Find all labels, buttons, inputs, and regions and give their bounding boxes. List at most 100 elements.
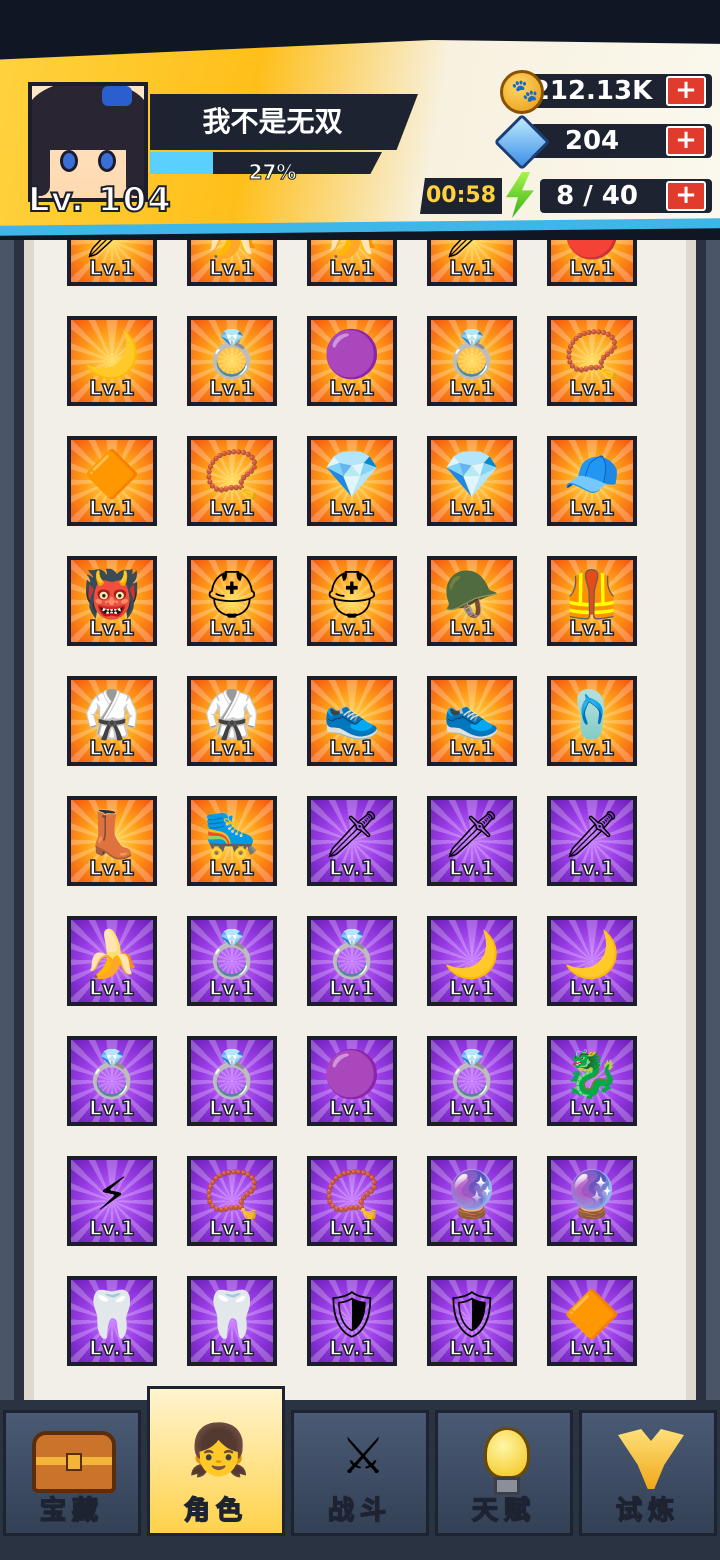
equipment-item[interactable]: 🔶 Lv.1 [547,1276,637,1366]
equipment-item[interactable]: ⛑ Lv.1 [187,556,277,646]
crescent-ring-icon: 🌙 [443,927,501,981]
equipment-item[interactable]: 💍 Lv.1 [187,1036,277,1126]
equipment-item[interactable]: 🔮 Lv.1 [427,1156,517,1246]
item-level: Lv.1 [88,975,135,1001]
equipment-item[interactable]: 🌙 Lv.1 [547,916,637,1006]
crescent-ring-icon: 🌙 [563,927,621,981]
equipment-item[interactable]: 💍 Lv.1 [187,316,277,406]
item-level: Lv.1 [88,615,135,641]
tactical-helmet-icon: ⛑ [202,567,262,621]
equipment-item[interactable]: 🌙 Lv.1 [67,316,157,406]
equipment-item[interactable]: 🍌Lv.1 [67,916,157,1006]
purple-ring-icon: 🟣 [323,327,381,381]
item-level: Lv.1 [568,855,615,881]
item-level: Lv.1 [568,975,615,1001]
equipment-item[interactable]: 👹 Lv.1 [67,556,157,646]
equipment-item[interactable]: 🐉 Lv.1 [547,1036,637,1126]
roller-skate-icon: 🛼 [203,807,261,861]
item-level: Lv.1 [328,855,375,881]
item-level: Lv.1 [88,855,135,881]
purple-orb-pendant-icon: 🔮 [443,1167,501,1221]
gold-ring-icon: 💍 [203,1047,261,1101]
equipment-item[interactable]: 💍 Lv.1 [307,916,397,1006]
equipment-item[interactable]: 🧢 Lv.1 [547,436,637,526]
crystal-pendant-icon: 💎 [323,447,381,501]
equipment-item[interactable]: 👢 Lv.1 [67,796,157,886]
item-level: Lv.1 [88,495,135,521]
nav-tab-trial[interactable]: 试炼 [579,1410,717,1536]
equipment-item[interactable]: 🗡Lv.1 [547,796,637,886]
equipment-item[interactable]: 🦷 Lv.1 [67,1276,157,1366]
equipment-item[interactable]: 💎 Lv.1 [307,436,397,526]
equipment-item[interactable]: ⚡ Lv.1 [67,1156,157,1246]
equipment-item[interactable]: 🛡 Lv.1 [307,1276,397,1366]
karate-gi-icon: 🥋 [203,687,261,741]
item-level: Lv.1 [448,735,495,761]
equipment-item[interactable]: 💍 Lv.1 [427,316,517,406]
item-level: Lv.1 [568,735,615,761]
equipment-item[interactable]: 🦷 Lv.1 [187,1276,277,1366]
blue-blade-icon: 🗡 [562,807,622,861]
item-level: Lv.1 [448,1335,495,1361]
equipment-item[interactable]: 💎 Lv.1 [427,436,517,526]
energy-value: 8 / 40 [556,181,638,211]
gems-counter: 204 + [493,113,712,171]
tactical-helmet-icon: ⛑ [322,567,382,621]
equipment-item[interactable]: 🛼 Lv.1 [187,796,277,886]
trophy-icon [618,1429,684,1489]
item-level: Lv.1 [328,735,375,761]
equipment-item[interactable]: 🗡Lv.1 [427,796,517,886]
equipment-item[interactable]: ⛑ Lv.1 [307,556,397,646]
equipment-item[interactable]: 💍 Lv.1 [187,916,277,1006]
item-level: Lv.1 [328,975,375,1001]
item-level: Lv.1 [208,855,255,881]
item-level: Lv.1 [448,615,495,641]
exp-percent: 27% [248,160,297,185]
red-blade-icon: 🗡 [322,807,382,861]
add-coins-button[interactable]: + [666,76,706,106]
nav-tab-battle[interactable]: ⚔ 战斗 [291,1410,429,1536]
equipment-item[interactable]: 🔶 Lv.1 [67,436,157,526]
nav-tab-character[interactable]: 👧 角色 [147,1386,285,1536]
item-level: Lv.1 [448,495,495,521]
equipment-item[interactable]: 🌙 Lv.1 [427,916,517,1006]
equipment-item[interactable]: 💍 Lv.1 [427,1036,517,1126]
equipment-item[interactable]: 🩴 Lv.1 [547,676,637,766]
nav-label: 宝藏 [39,1495,104,1527]
item-level: Lv.1 [568,375,615,401]
add-gems-button[interactable]: + [666,126,706,156]
nav-label: 战斗 [327,1495,392,1527]
equipment-item[interactable]: 📿 Lv.1 [187,436,277,526]
add-energy-button[interactable]: + [666,181,706,211]
gold-ring-icon: 💍 [203,327,261,381]
equipment-item[interactable]: 🦺 Lv.1 [547,556,637,646]
equipment-item[interactable]: 🥋 Lv.1 [67,676,157,766]
item-level: Lv.1 [208,1335,255,1361]
fang-necklace-icon: 🦷 [83,1287,141,1341]
equipment-item[interactable]: 👟 Lv.1 [307,676,397,766]
equipment-item[interactable]: 📿 Lv.1 [547,316,637,406]
equipment-item[interactable]: 🛡 Lv.1 [427,1276,517,1366]
equipment-item[interactable]: 👟 Lv.1 [427,676,517,766]
equipment-item[interactable]: 📿 Lv.1 [187,1156,277,1246]
equipment-item[interactable]: 🗡Lv.1 [307,796,397,886]
equipment-item[interactable]: 🔮 Lv.1 [547,1156,637,1246]
nav-tab-talent[interactable]: 天赋 [435,1410,573,1536]
crossed-swords-icon: ⚔ [340,1427,386,1485]
item-level: Lv.1 [88,1215,135,1241]
item-level: Lv.1 [568,255,615,281]
item-level: Lv.1 [328,615,375,641]
top-header: Lv. 104 我不是无双 27% 212.13K + 🐾 204 + 00:5… [0,0,720,240]
item-level: Lv.1 [208,495,255,521]
equipment-item[interactable]: 📿 Lv.1 [307,1156,397,1246]
hex-badge-icon: 🛡 [442,1287,502,1341]
equipment-item[interactable]: 🥋 Lv.1 [187,676,277,766]
equipment-item[interactable]: 🪖 Lv.1 [427,556,517,646]
equipment-item[interactable]: 🟣 Lv.1 [307,316,397,406]
equipment-item[interactable]: 🟣 Lv.1 [307,1036,397,1126]
gold-ring-icon: 💍 [83,1047,141,1101]
equipment-item[interactable]: 💍 Lv.1 [67,1036,157,1126]
ruby-ring-icon: 💍 [443,327,501,381]
nav-tab-treasure[interactable]: 宝藏 [3,1410,141,1536]
item-level: Lv.1 [328,255,375,281]
